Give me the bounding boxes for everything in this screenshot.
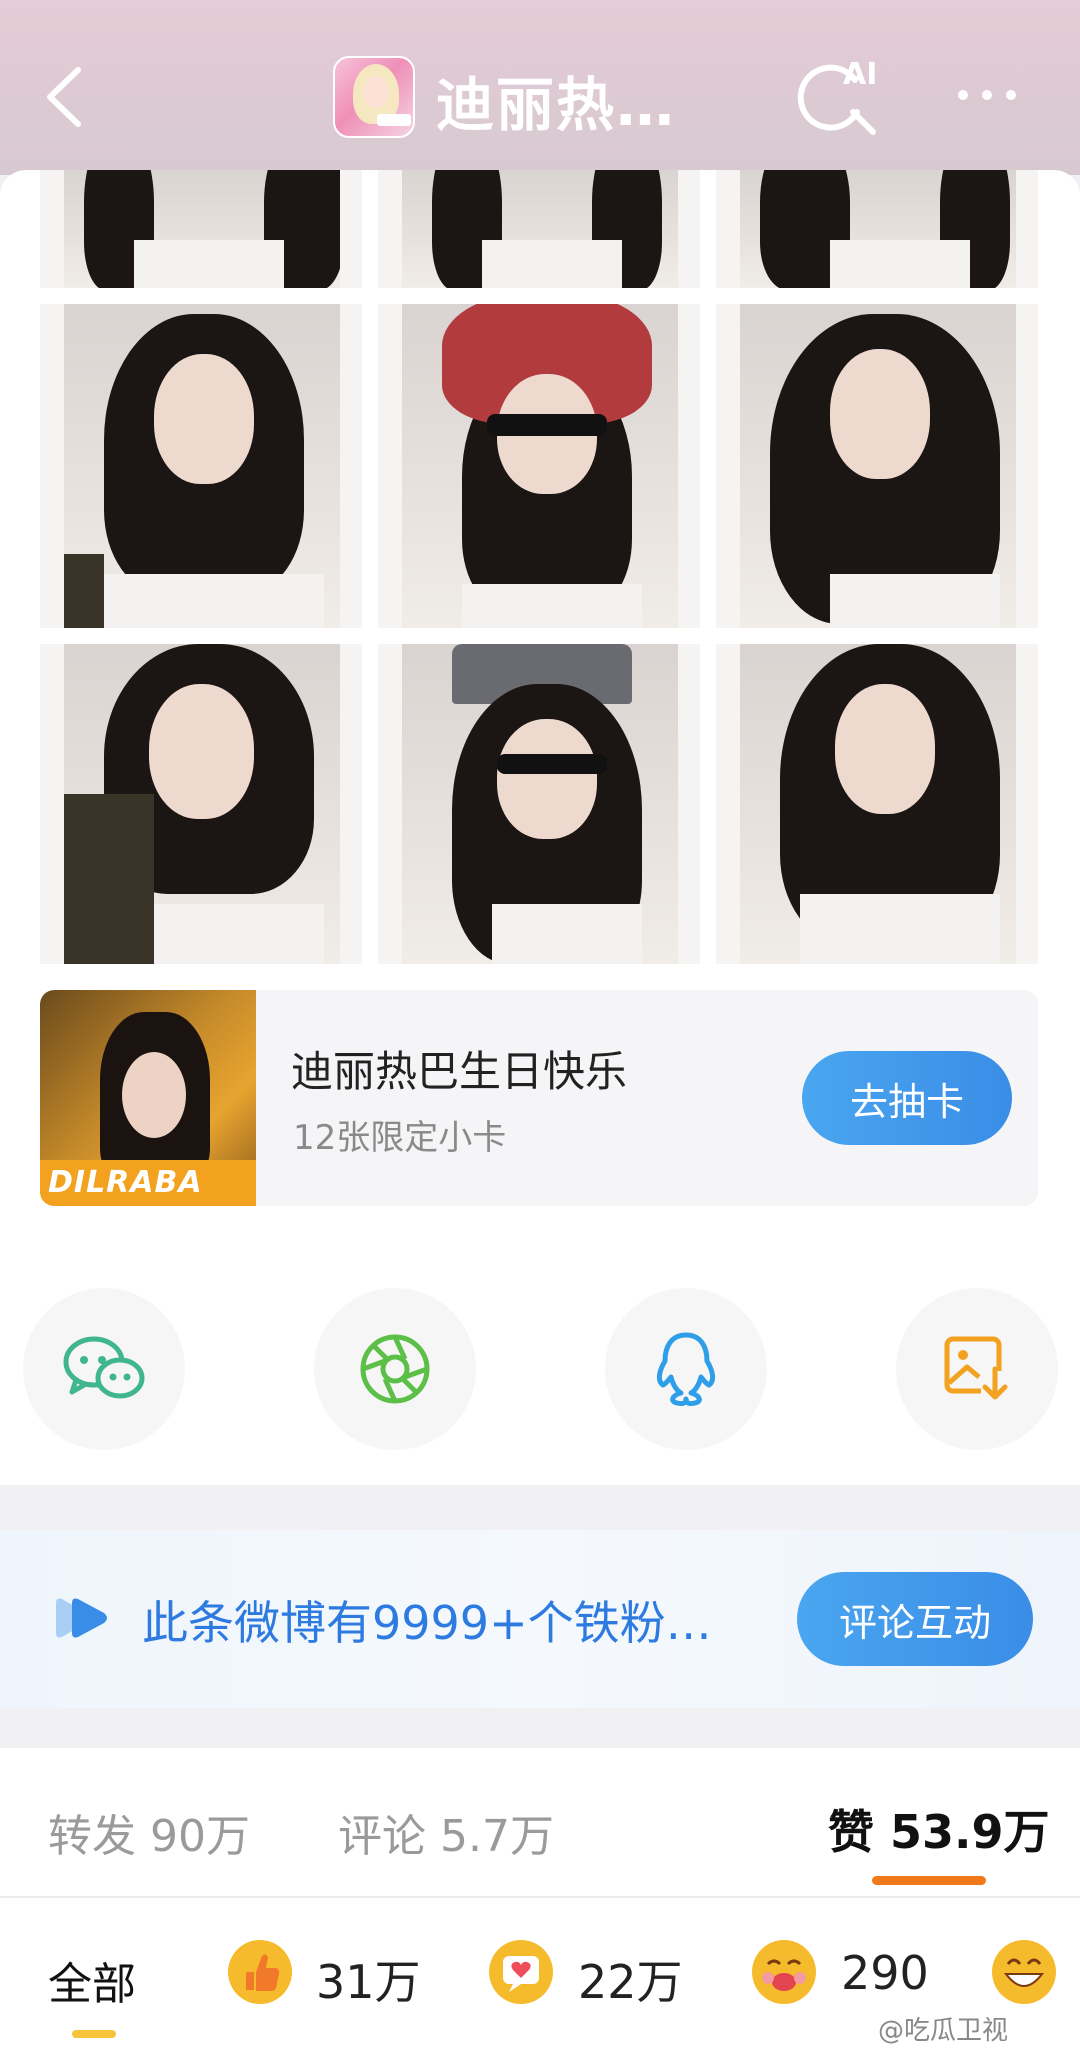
- active-tab-indicator: [872, 1876, 986, 1885]
- share-moments-button[interactable]: [314, 1288, 476, 1450]
- share-wechat-button[interactable]: [23, 1288, 185, 1450]
- qq-icon: [656, 1332, 716, 1406]
- tab-like[interactable]: 赞 53.9万: [828, 1796, 1050, 1862]
- photo-2[interactable]: [378, 170, 700, 288]
- photo-5[interactable]: [378, 304, 700, 628]
- promo-subtitle: 12张限定小卡: [293, 1118, 507, 1158]
- photo-9[interactable]: [716, 644, 1038, 964]
- laughing-face-icon[interactable]: [990, 1938, 1058, 2006]
- comment-interact-button[interactable]: 评论互动: [797, 1572, 1033, 1666]
- save-image-button[interactable]: [896, 1288, 1058, 1450]
- play-icon: [56, 1598, 107, 1638]
- wechat-icon: [63, 1336, 145, 1399]
- like-label: 赞: [828, 1805, 874, 1859]
- photo-4[interactable]: [40, 304, 362, 628]
- active-reaction-indicator: [72, 2030, 116, 2038]
- fan-banner-text: 此条微博有9999+个铁粉…: [142, 1596, 712, 1650]
- card-draw-promo[interactable]: DILRABA 迪丽热巴生日快乐 12张限定小卡 去抽卡: [40, 990, 1038, 1206]
- reaction-count-thumbs-up: 31万: [316, 1955, 421, 2009]
- comment-count: 5.7万: [440, 1811, 554, 1862]
- promo-image: DILRABA: [40, 990, 256, 1206]
- moments-icon: [360, 1334, 430, 1404]
- repost-label: 转发: [48, 1811, 136, 1862]
- watermark: @吃瓜卫视: [878, 2016, 1009, 2046]
- chevron-left-icon: [47, 67, 81, 127]
- page-title: 迪丽热…: [436, 71, 677, 139]
- save-image-icon: [944, 1336, 1009, 1401]
- promo-image-text: DILRABA: [48, 1165, 203, 1200]
- promo-title: 迪丽热巴生日快乐: [291, 1047, 628, 1096]
- photo-8[interactable]: [378, 644, 700, 964]
- reaction-count-heart: 22万: [578, 1955, 683, 2009]
- dot-icon: [982, 90, 992, 100]
- reaction-all-tab[interactable]: 全部: [48, 1948, 136, 2012]
- tab-comment[interactable]: 评论 5.7万: [338, 1800, 554, 1864]
- photo-3[interactable]: [716, 170, 1038, 288]
- dot-icon: [1006, 90, 1016, 100]
- photo-6[interactable]: [716, 304, 1038, 628]
- reaction-filter: 全部 31万 22万 290 @吃瓜卫视: [0, 1898, 1080, 2054]
- share-qq-button[interactable]: [605, 1288, 767, 1450]
- draw-card-button[interactable]: 去抽卡: [802, 1051, 1012, 1145]
- photo-7[interactable]: [40, 644, 362, 964]
- ai-label: AI: [843, 57, 877, 92]
- dot-icon: [958, 90, 968, 100]
- fan-banner[interactable]: 此条微博有9999+个铁粉… 评论互动: [0, 1530, 1080, 1708]
- ai-search-icon: AI: [797, 57, 877, 135]
- heart-message-icon[interactable]: [487, 1938, 555, 2006]
- kiss-face-icon[interactable]: [750, 1938, 818, 2006]
- more-button[interactable]: [958, 78, 1038, 112]
- photo-grid: [40, 170, 1038, 964]
- stats-tabs: 转发 90万 评论 5.7万 赞 53.9万: [0, 1748, 1080, 1898]
- avatar[interactable]: [333, 56, 415, 138]
- photo-1[interactable]: [40, 170, 362, 288]
- tab-repost[interactable]: 转发 90万: [48, 1800, 250, 1864]
- thumbs-up-icon[interactable]: [226, 1938, 294, 2006]
- top-bar: 迪丽热… AI: [0, 0, 1080, 175]
- back-button[interactable]: [30, 52, 100, 142]
- comment-label: 评论: [338, 1811, 426, 1862]
- ai-search-button[interactable]: AI: [795, 50, 885, 140]
- like-count: 53.9万: [890, 1805, 1050, 1859]
- reaction-count-kiss: 290: [841, 1946, 929, 2000]
- repost-count: 90万: [150, 1811, 250, 1862]
